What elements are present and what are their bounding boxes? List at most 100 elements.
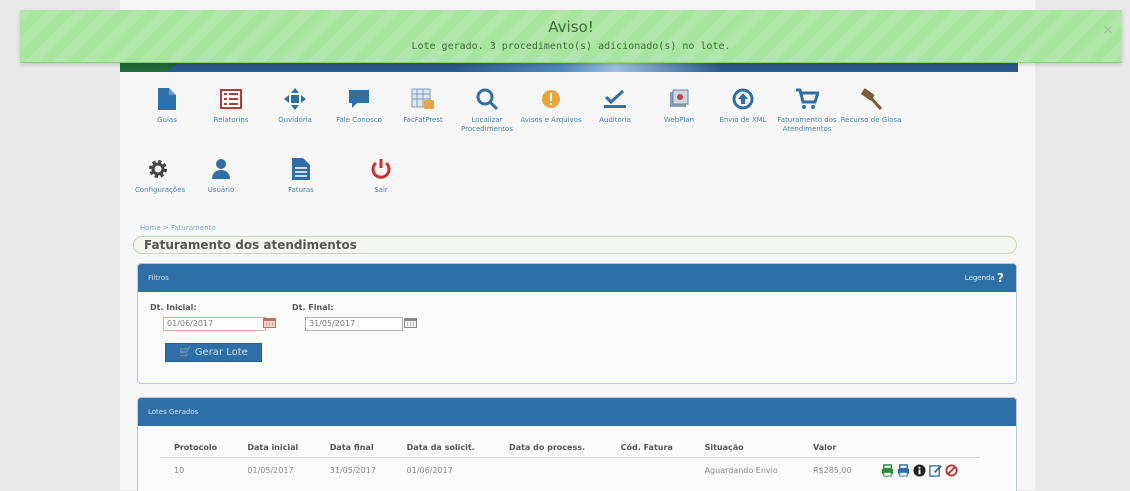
menu-item-recurso-glosa[interactable]: Recurso de Glosa bbox=[839, 84, 903, 134]
toast-close-button[interactable]: × bbox=[1102, 22, 1114, 38]
chat-bubble-icon bbox=[327, 84, 391, 114]
menu-label: Faturas bbox=[288, 186, 314, 194]
legend-label: Legenda bbox=[964, 274, 995, 282]
menu-item-sair[interactable]: Sair bbox=[341, 154, 421, 195]
cell-data-inicial: 01/05/2017 bbox=[247, 466, 294, 475]
toast-message: Lote gerado. 3 procedimento(s) adicionad… bbox=[411, 41, 731, 52]
table-row: 10 01/05/2017 31/05/2017 01/06/2017 Agua… bbox=[160, 458, 980, 484]
menu-item-guias[interactable]: Guias bbox=[135, 84, 199, 134]
user-icon bbox=[181, 154, 261, 184]
column-header-actions bbox=[867, 440, 980, 458]
column-header: Cód. Fatura bbox=[606, 440, 691, 458]
cell-data-process bbox=[495, 458, 607, 484]
menu-label: Relatorios bbox=[213, 116, 249, 124]
menu-item-facfatprest[interactable]: FacFatPrest bbox=[391, 84, 455, 134]
cell-valor: R$285,00 bbox=[812, 466, 852, 475]
gavel-icon bbox=[839, 84, 903, 114]
menu-item-ouvidoria[interactable]: Ouvidoria bbox=[263, 84, 327, 134]
column-header: Valor bbox=[798, 440, 868, 458]
dt-final-label: Dt. Final: bbox=[292, 303, 334, 312]
lotes-table: Protocolo Data inicial Data final Data d… bbox=[160, 440, 980, 483]
webplan-icon bbox=[647, 84, 711, 114]
print-detailed-icon[interactable] bbox=[897, 464, 910, 477]
cancel-icon[interactable] bbox=[945, 464, 958, 477]
power-icon bbox=[341, 154, 421, 184]
menu-item-fale-conosco[interactable]: Fale Conosco bbox=[327, 84, 391, 134]
menu-label: Envio de XML bbox=[719, 116, 767, 124]
menu-item-usuario[interactable]: Usuário bbox=[181, 154, 261, 195]
main-menu-row-2: Configurações Usuário Faturas Sair bbox=[135, 154, 421, 195]
menu-item-relatorios[interactable]: Relatorios bbox=[199, 84, 263, 134]
column-header: Protocolo bbox=[160, 440, 234, 458]
cell-protocolo: 10 bbox=[174, 466, 185, 475]
menu-label: Avisos e Arquivos bbox=[520, 116, 582, 124]
menu-label: Recurso de Glosa bbox=[840, 116, 902, 124]
menu-label: Configurações bbox=[135, 186, 186, 194]
menu-label: Ouvidoria bbox=[278, 116, 312, 124]
menu-item-envio-xml[interactable]: Envio de XML bbox=[711, 84, 775, 134]
menu-item-configuracoes[interactable]: Configurações bbox=[135, 154, 186, 195]
cell-actions bbox=[867, 458, 980, 484]
menu-item-localizar-procedimentos[interactable]: Localizar Procedimentos bbox=[455, 84, 519, 134]
page-title-box: Faturamento dos atendimentos bbox=[133, 236, 1017, 254]
arrows-icon bbox=[263, 84, 327, 114]
cart-icon: 🛒 bbox=[179, 347, 192, 358]
column-header: Situação bbox=[690, 440, 799, 458]
document-icon bbox=[135, 84, 199, 114]
info-icon[interactable] bbox=[913, 464, 926, 477]
cell-cod-fatura bbox=[607, 458, 691, 484]
column-header: Data inicial bbox=[233, 440, 316, 458]
lotes-panel-header: Lotes Gerados bbox=[138, 398, 1016, 426]
table-header-row: Protocolo Data inicial Data final Data d… bbox=[160, 440, 980, 458]
dt-final-input[interactable]: 31/05/2017 bbox=[305, 317, 403, 331]
menu-label: Localizar Procedimentos bbox=[461, 116, 513, 133]
upload-circle-icon bbox=[711, 84, 775, 114]
menu-label: FacFatPrest bbox=[403, 116, 443, 124]
calendar-icon[interactable] bbox=[263, 317, 276, 328]
menu-item-avisos-arquivos[interactable]: Avisos e Arquivos bbox=[519, 84, 583, 134]
menu-item-auditoria[interactable]: Auditoria bbox=[583, 84, 647, 134]
filters-panel-header: Filtros Legenda ? bbox=[138, 264, 1016, 292]
calculator-icon bbox=[391, 84, 455, 114]
cell-data-solicit: 01/06/2017 bbox=[406, 466, 453, 475]
menu-item-webplan[interactable]: WebPlan bbox=[647, 84, 711, 134]
column-header: Data do process. bbox=[495, 440, 607, 458]
gear-icon bbox=[135, 154, 181, 184]
calendar-icon[interactable] bbox=[404, 317, 417, 328]
lotes-title: Lotes Gerados bbox=[148, 408, 199, 416]
page-title: Faturamento dos atendimentos bbox=[144, 238, 357, 252]
cart-icon bbox=[775, 84, 839, 114]
list-report-icon bbox=[199, 84, 263, 114]
dt-inicial-input[interactable]: 01/06/2017 bbox=[163, 317, 266, 331]
menu-label: Faturamento dos Atendimentos bbox=[777, 116, 837, 133]
column-header: Data final bbox=[315, 440, 393, 458]
search-icon bbox=[455, 84, 519, 114]
cell-data-final: 31/05/2017 bbox=[329, 466, 376, 475]
filters-title: Filtros bbox=[148, 274, 169, 282]
cell-situacao: Aguardando Envio bbox=[704, 466, 778, 475]
warning-badge-icon bbox=[519, 84, 583, 114]
legend-link[interactable]: Legenda ? bbox=[965, 271, 1004, 285]
menu-label: WebPlan bbox=[663, 116, 695, 124]
dt-inicial-label: Dt. Inicial: bbox=[150, 303, 197, 312]
gerar-lote-button[interactable]: 🛒 Gerar Lote bbox=[165, 343, 262, 362]
invoice-icon bbox=[261, 154, 341, 184]
menu-label: Sair bbox=[374, 186, 388, 194]
menu-item-faturamento-atendimentos[interactable]: Faturamento dos Atendimentos bbox=[775, 84, 839, 134]
edit-icon[interactable] bbox=[929, 464, 942, 477]
gerar-lote-label: Gerar Lote bbox=[194, 347, 248, 358]
row-actions bbox=[881, 464, 974, 477]
breadcrumb[interactable]: Home > Faturamento bbox=[140, 224, 216, 232]
menu-label: Guias bbox=[157, 116, 177, 124]
menu-label: Fale Conosco bbox=[336, 116, 382, 124]
success-toast: Aviso! Lote gerado. 3 procedimento(s) ad… bbox=[20, 10, 1122, 63]
check-line-icon bbox=[583, 84, 647, 114]
menu-label: Auditoria bbox=[599, 116, 631, 124]
print-icon[interactable] bbox=[881, 464, 894, 477]
menu-label: Usuário bbox=[207, 186, 235, 194]
menu-item-faturas[interactable]: Faturas bbox=[261, 154, 341, 195]
toast-title: Aviso! bbox=[548, 18, 594, 36]
main-menu-row-1: Guias Relatorios Ouvidoria Fale Conosco … bbox=[135, 84, 903, 134]
help-icon: ? bbox=[997, 271, 1004, 285]
column-header: Data da solicit. bbox=[392, 440, 496, 458]
